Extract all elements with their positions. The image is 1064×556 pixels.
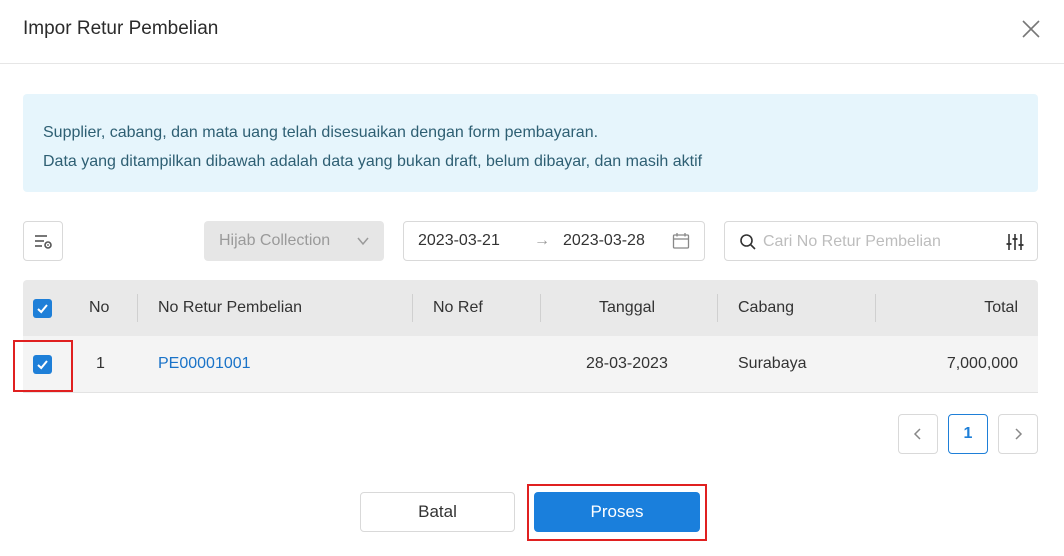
highlight-row-checkbox — [13, 340, 73, 392]
search-icon — [739, 233, 757, 256]
info-line-1: Supplier, cabang, dan mata uang telah di… — [43, 124, 599, 141]
header-no-retur: No Retur Pembelian — [158, 299, 303, 316]
retur-table: No No Retur Pembelian No Ref Tanggal Cab… — [23, 280, 1038, 393]
pagination-next-button[interactable] — [998, 414, 1038, 454]
branch-select-value: Hijab Collection — [219, 232, 331, 249]
chevron-left-icon — [913, 428, 921, 440]
header-tanggal: Tanggal — [599, 299, 656, 316]
search-input[interactable] — [763, 230, 993, 254]
branch-select[interactable]: Hijab Collection — [204, 221, 384, 261]
select-all-checkbox[interactable] — [33, 280, 52, 336]
date-end[interactable]: 2023-03-28 — [563, 232, 645, 250]
info-alert: Supplier, cabang, dan mata uang telah di… — [23, 94, 1038, 192]
header-total: Total — [984, 299, 1018, 316]
pagination-page-current[interactable]: 1 — [948, 414, 988, 454]
date-start[interactable]: 2023-03-21 — [418, 232, 500, 250]
info-line-2: Data yang ditampilkan dibawah adalah dat… — [43, 153, 703, 170]
date-range-picker[interactable]: 2023-03-21 → 2023-03-28 — [403, 221, 705, 261]
check-icon — [37, 303, 48, 313]
column-settings-button[interactable] — [23, 221, 63, 261]
column-settings-icon — [35, 235, 52, 249]
search-box — [724, 221, 1038, 261]
row-no-retur-link[interactable]: PE00001001 — [158, 336, 251, 392]
header-no-ref: No Ref — [433, 299, 483, 316]
date-range-arrow: → — [534, 232, 550, 249]
calendar-icon — [672, 232, 690, 255]
modal-title: Impor Retur Pembelian — [23, 18, 219, 39]
chevron-right-icon — [1015, 428, 1023, 440]
close-icon — [1022, 20, 1040, 38]
header-cabang: Cabang — [738, 299, 795, 316]
close-button[interactable] — [1018, 16, 1044, 42]
table-header: No No Retur Pembelian No Ref Tanggal Cab… — [23, 280, 1038, 336]
process-button[interactable]: Proses — [534, 492, 700, 532]
chevron-down-icon — [356, 234, 370, 253]
filter-sliders-icon[interactable] — [1005, 232, 1025, 257]
row-no: 1 — [96, 355, 105, 372]
header-no: No — [89, 299, 110, 316]
pagination-prev-button[interactable] — [898, 414, 938, 454]
row-cabang: Surabaya — [738, 355, 807, 372]
cancel-button[interactable]: Batal — [360, 492, 515, 532]
row-tanggal: 28-03-2023 — [586, 355, 668, 372]
table-row[interactable]: 1 PE00001001 28-03-2023 Surabaya 7,000,0… — [23, 336, 1038, 393]
modal-header: Impor Retur Pembelian — [0, 0, 1064, 64]
row-total: 7,000,000 — [946, 355, 1018, 372]
